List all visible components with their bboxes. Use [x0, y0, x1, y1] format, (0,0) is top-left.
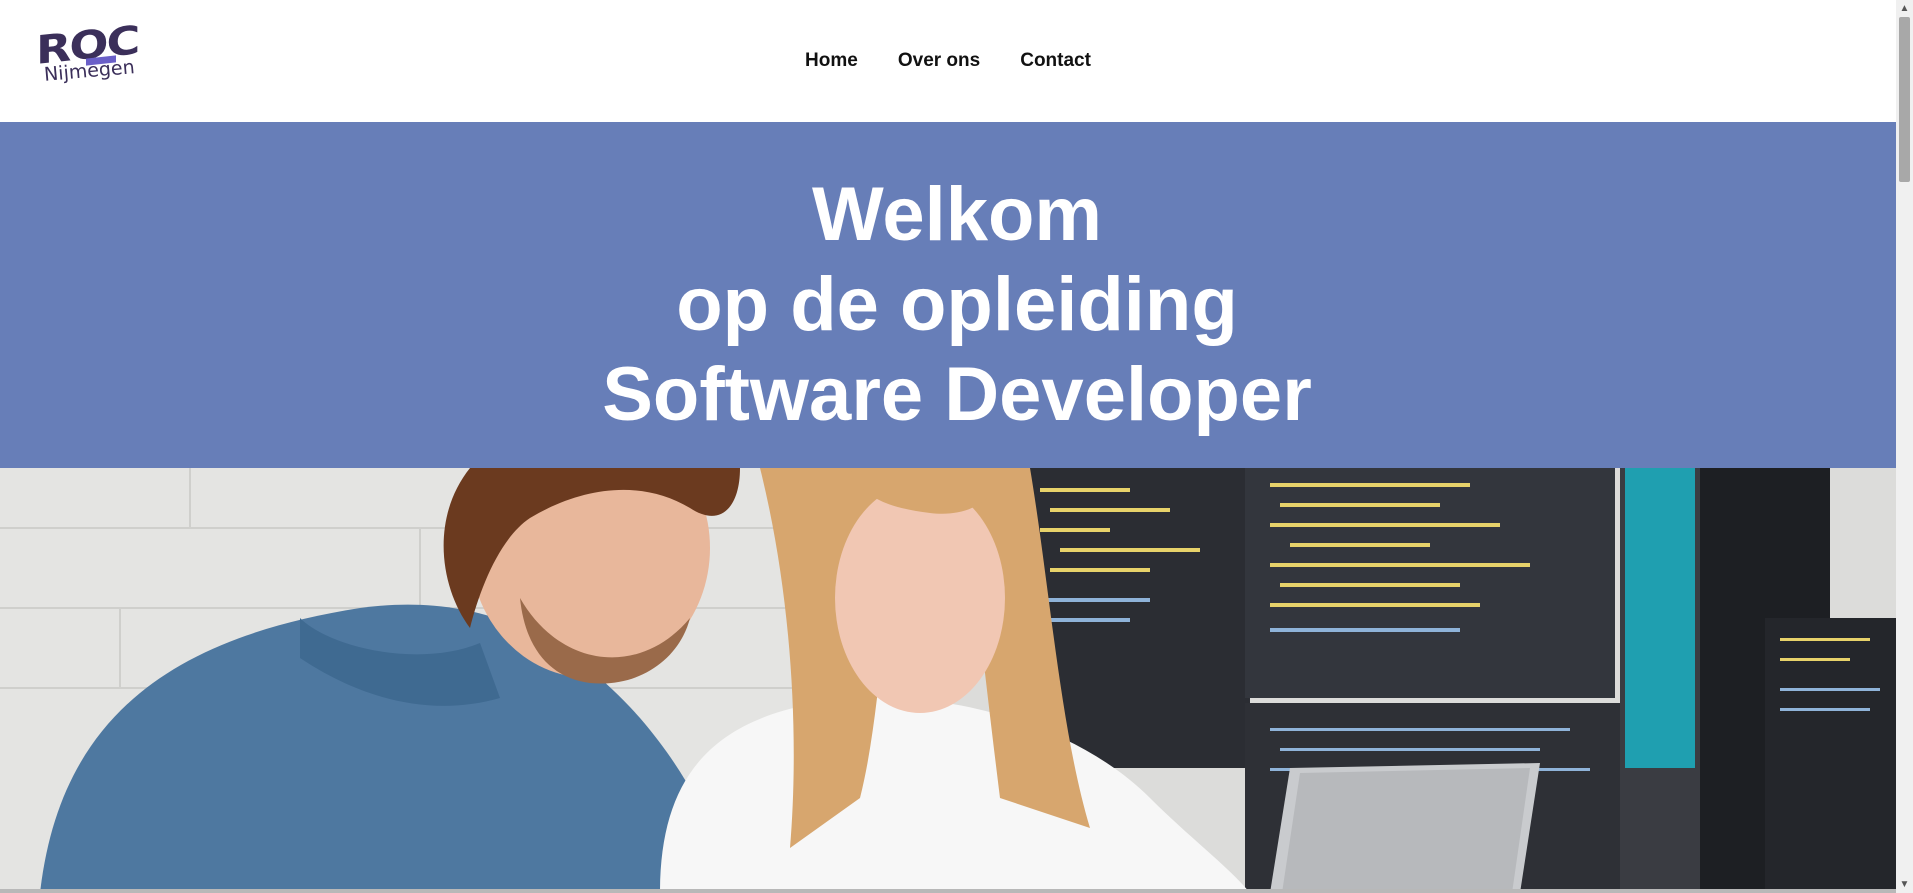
students-photo-illustration — [0, 468, 1896, 893]
hero-title: Welkom op de opleiding Software Develope… — [0, 170, 1896, 440]
chevron-up-icon[interactable]: ▲ — [1896, 0, 1913, 17]
chevron-down-icon[interactable]: ▼ — [1896, 876, 1913, 893]
site-header: ROC Nijmegen Home Over ons Contact — [0, 0, 1896, 122]
hero-banner: Welkom op de opleiding Software Develope… — [0, 122, 1896, 468]
hero-line-3: Software Developer — [602, 352, 1312, 437]
hero-line-1: Welkom — [811, 172, 1102, 257]
vertical-scrollbar[interactable]: ▲ ▼ — [1896, 0, 1913, 893]
hero-photo — [0, 468, 1896, 893]
page-bottom-edge — [0, 889, 1896, 893]
scrollbar-thumb[interactable] — [1899, 17, 1910, 182]
nav-contact[interactable]: Contact — [1020, 50, 1091, 72]
hero-line-2: op de opleiding — [676, 262, 1238, 347]
nav-over-ons[interactable]: Over ons — [898, 50, 980, 72]
main-nav: Home Over ons Contact — [0, 0, 1896, 122]
page: ROC Nijmegen Home Over ons Contact Welko… — [0, 0, 1896, 893]
nav-home[interactable]: Home — [805, 50, 858, 72]
